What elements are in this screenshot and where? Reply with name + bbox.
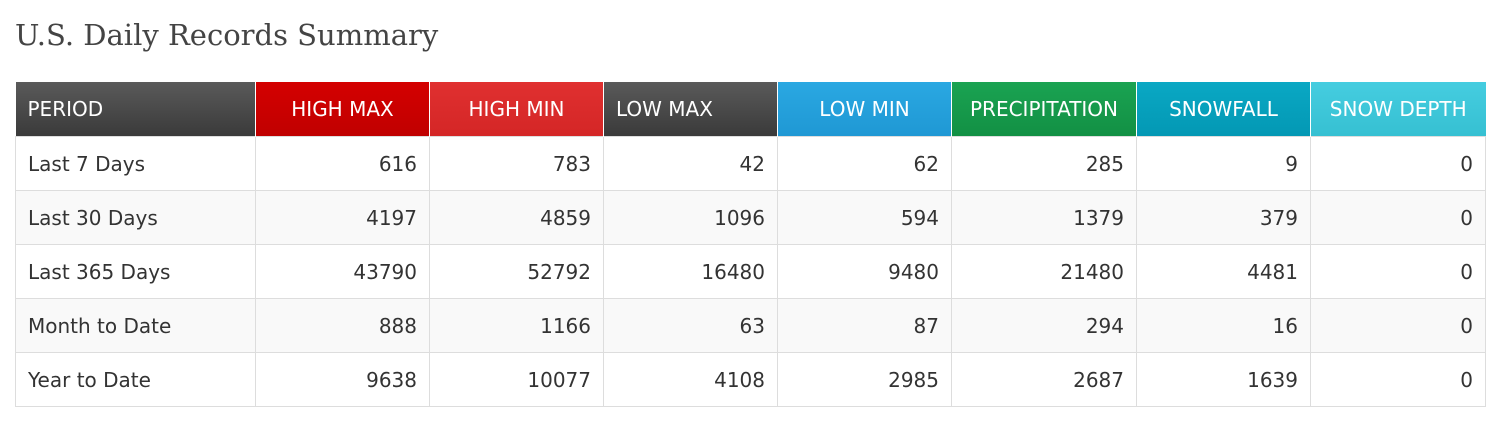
table-row: Month to Date 888 1166 63 87 294 16 0 <box>15 298 1486 353</box>
precipitation-cell: 2687 <box>951 352 1137 407</box>
header-high-max: HIGH MAX <box>255 82 430 137</box>
period-cell: Year to Date <box>15 352 256 407</box>
high-min-cell: 4859 <box>429 190 604 245</box>
header-high-min: HIGH MIN <box>429 82 604 137</box>
header-precipitation: PRECIPITATION <box>951 82 1137 137</box>
header-snowfall: SNOWFALL <box>1136 82 1311 137</box>
precipitation-cell: 285 <box>951 136 1137 191</box>
high-max-cell: 9638 <box>255 352 430 407</box>
low-min-cell: 2985 <box>777 352 952 407</box>
low-max-cell: 4108 <box>603 352 778 407</box>
period-cell: Last 365 Days <box>15 244 256 299</box>
snowfall-cell: 9 <box>1136 136 1311 191</box>
header-period: PERIOD <box>15 82 256 137</box>
high-max-cell: 4197 <box>255 190 430 245</box>
snowfall-cell: 4481 <box>1136 244 1311 299</box>
snow-depth-cell: 0 <box>1310 190 1486 245</box>
low-max-cell: 16480 <box>603 244 778 299</box>
precipitation-cell: 294 <box>951 298 1137 353</box>
low-min-cell: 87 <box>777 298 952 353</box>
low-max-cell: 42 <box>603 136 778 191</box>
high-min-cell: 783 <box>429 136 604 191</box>
low-min-cell: 62 <box>777 136 952 191</box>
precipitation-cell: 21480 <box>951 244 1137 299</box>
snowfall-cell: 379 <box>1136 190 1311 245</box>
table-row: Last 7 Days 616 783 42 62 285 9 0 <box>15 136 1486 191</box>
table-row: Year to Date 9638 10077 4108 2985 2687 1… <box>15 352 1486 407</box>
header-low-max: LOW MAX <box>603 82 778 137</box>
records-table: PERIOD HIGH MAX HIGH MIN LOW MAX LOW MIN… <box>15 82 1486 407</box>
table-row: Last 365 Days 43790 52792 16480 9480 214… <box>15 244 1486 299</box>
header-row: PERIOD HIGH MAX HIGH MIN LOW MAX LOW MIN… <box>15 82 1486 137</box>
high-max-cell: 43790 <box>255 244 430 299</box>
snow-depth-cell: 0 <box>1310 136 1486 191</box>
period-cell: Last 30 Days <box>15 190 256 245</box>
high-min-cell: 1166 <box>429 298 604 353</box>
precipitation-cell: 1379 <box>951 190 1137 245</box>
snowfall-cell: 1639 <box>1136 352 1311 407</box>
low-max-cell: 1096 <box>603 190 778 245</box>
table-row: Last 30 Days 4197 4859 1096 594 1379 379… <box>15 190 1486 245</box>
period-cell: Last 7 Days <box>15 136 256 191</box>
low-max-cell: 63 <box>603 298 778 353</box>
high-max-cell: 888 <box>255 298 430 353</box>
snow-depth-cell: 0 <box>1310 352 1486 407</box>
header-low-min: LOW MIN <box>777 82 952 137</box>
page-title: U.S. Daily Records Summary <box>15 18 439 52</box>
snowfall-cell: 16 <box>1136 298 1311 353</box>
header-snow-depth: SNOW DEPTH <box>1310 82 1486 137</box>
high-min-cell: 52792 <box>429 244 604 299</box>
low-min-cell: 9480 <box>777 244 952 299</box>
high-min-cell: 10077 <box>429 352 604 407</box>
snow-depth-cell: 0 <box>1310 244 1486 299</box>
period-cell: Month to Date <box>15 298 256 353</box>
low-min-cell: 594 <box>777 190 952 245</box>
snow-depth-cell: 0 <box>1310 298 1486 353</box>
high-max-cell: 616 <box>255 136 430 191</box>
